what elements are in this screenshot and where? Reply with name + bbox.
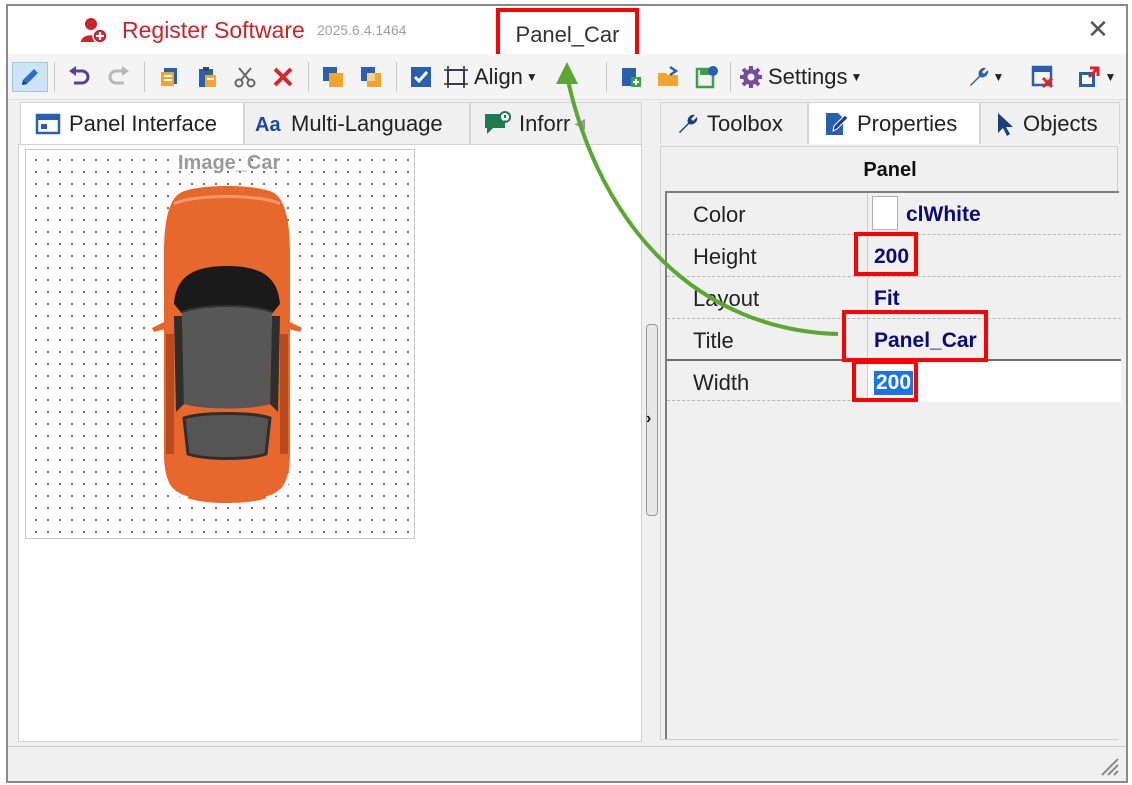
app-version: 2025.6.4.1464 bbox=[317, 22, 407, 38]
property-name: Color bbox=[693, 202, 746, 227]
title-bar: Register Software 2025.6.4.1464 Panel_Ca… bbox=[8, 6, 1126, 58]
chevron-down-icon: ▼ bbox=[525, 70, 538, 84]
window-export-dropdown[interactable]: ▼ bbox=[1070, 62, 1122, 92]
property-row-color[interactable]: Color clWhite bbox=[667, 193, 1121, 235]
tab-multi-language[interactable]: Aa Multi-Language bbox=[244, 102, 470, 144]
tab-label: Properties bbox=[857, 110, 958, 136]
tab-label: Multi-Language bbox=[291, 110, 443, 136]
undo-button[interactable] bbox=[62, 62, 96, 92]
inspector-tabs: Toolbox Properties Objects bbox=[660, 102, 1126, 146]
property-name: Height bbox=[693, 244, 757, 269]
panel-interface-icon bbox=[35, 113, 61, 134]
align-dropdown[interactable]: Align ▼ bbox=[442, 62, 582, 92]
svg-text:Aa: Aa bbox=[255, 114, 281, 136]
bring-to-front-button[interactable] bbox=[316, 62, 350, 92]
app-title: Register Software bbox=[122, 17, 305, 43]
width-value-highlight bbox=[852, 360, 918, 402]
bring-to-front-icon bbox=[323, 67, 343, 87]
select-all-button[interactable] bbox=[404, 62, 438, 92]
delete-icon bbox=[273, 67, 293, 87]
title-value-highlight bbox=[842, 310, 988, 362]
tab-label: Objects bbox=[1023, 110, 1098, 136]
information-icon bbox=[485, 110, 511, 134]
property-name: Layout bbox=[693, 286, 760, 311]
designer-tabs: Panel Interface Aa Multi-Language Inforr… bbox=[20, 102, 642, 144]
paste-icon bbox=[199, 67, 216, 87]
cursor-icon bbox=[998, 112, 1013, 136]
tab-properties[interactable]: Properties bbox=[808, 102, 980, 144]
tab-label: Panel Interface bbox=[69, 110, 217, 136]
register-user-icon bbox=[81, 18, 108, 44]
designer-area: Image_Car bbox=[18, 144, 642, 742]
tools-wrench-icon bbox=[969, 67, 988, 86]
align-icon bbox=[444, 66, 468, 88]
splitter[interactable]: › bbox=[642, 102, 660, 742]
select-all-icon bbox=[411, 67, 431, 87]
scroll-left-icon[interactable]: ◀ bbox=[574, 115, 585, 132]
add-panel-button[interactable] bbox=[614, 62, 648, 92]
cut-icon bbox=[234, 67, 256, 88]
tab-information[interactable]: Inforr ◀ bbox=[470, 102, 642, 144]
tab-panel-interface[interactable]: Panel Interface bbox=[20, 102, 244, 144]
document-title: Panel_Car bbox=[515, 22, 620, 47]
cut-button[interactable] bbox=[228, 62, 262, 92]
export-button[interactable] bbox=[690, 62, 724, 92]
chevron-down-icon: ▼ bbox=[850, 70, 863, 84]
settings-label: Settings bbox=[768, 64, 848, 89]
panel-canvas[interactable]: Image_Car bbox=[25, 149, 415, 539]
property-value: clWhite bbox=[906, 203, 981, 226]
resize-grip-icon[interactable] bbox=[1098, 755, 1120, 777]
delete-button[interactable] bbox=[266, 62, 300, 92]
properties-heading: Panel bbox=[863, 159, 917, 181]
redo-icon bbox=[108, 66, 129, 85]
settings-gear-icon bbox=[740, 66, 762, 88]
property-value: Fit bbox=[874, 287, 900, 310]
properties-icon bbox=[826, 112, 849, 135]
align-label: Align bbox=[474, 64, 523, 89]
document-title-highlight: Panel_Car bbox=[496, 8, 639, 58]
tab-toolbox[interactable]: Toolbox bbox=[660, 102, 808, 144]
multi-language-icon: Aa bbox=[255, 114, 281, 136]
chevron-down-icon: ▼ bbox=[1104, 70, 1117, 84]
redo-button[interactable] bbox=[102, 62, 136, 92]
property-name: Title bbox=[693, 328, 734, 353]
tab-label: Toolbox bbox=[707, 110, 783, 136]
status-bar bbox=[8, 746, 1126, 781]
app-window: Register Software 2025.6.4.1464 Panel_Ca… bbox=[6, 4, 1128, 783]
chevron-down-icon: ▼ bbox=[992, 70, 1005, 84]
close-button[interactable]: ✕ bbox=[1084, 16, 1112, 44]
add-panel-icon bbox=[622, 68, 641, 87]
copy-button[interactable] bbox=[152, 62, 186, 92]
wrench-icon bbox=[679, 114, 698, 133]
settings-dropdown[interactable]: Settings ▼ bbox=[738, 62, 898, 92]
edit-mode-icon bbox=[22, 69, 38, 85]
tab-label: Inforr bbox=[519, 110, 571, 136]
undo-icon bbox=[69, 66, 90, 85]
paste-button[interactable] bbox=[190, 62, 224, 92]
send-to-back-button[interactable] bbox=[354, 62, 388, 92]
window-export-icon bbox=[1078, 66, 1100, 87]
chevron-right-icon[interactable]: › bbox=[646, 410, 651, 428]
tools-dropdown[interactable]: ▼ bbox=[962, 62, 1008, 92]
car-image[interactable] bbox=[152, 184, 302, 504]
property-value-cell[interactable]: clWhite bbox=[867, 193, 1121, 234]
send-to-back-icon bbox=[361, 67, 381, 87]
copy-icon bbox=[161, 68, 177, 86]
property-name: Width bbox=[693, 370, 750, 395]
close-panel-button[interactable] bbox=[1026, 62, 1060, 92]
open-folder-button[interactable] bbox=[652, 62, 686, 92]
tab-objects[interactable]: Objects bbox=[980, 102, 1120, 144]
edit-mode-button[interactable] bbox=[12, 62, 48, 92]
toolbar: Align ▼ Settings ▼ ▼ ▼ bbox=[8, 54, 1126, 100]
close-panel-icon bbox=[1031, 65, 1054, 89]
color-swatch bbox=[872, 196, 898, 230]
export-icon bbox=[695, 66, 718, 89]
open-folder-icon bbox=[658, 65, 679, 86]
height-value-highlight bbox=[854, 232, 918, 276]
image-caption: Image_Car bbox=[178, 152, 281, 174]
